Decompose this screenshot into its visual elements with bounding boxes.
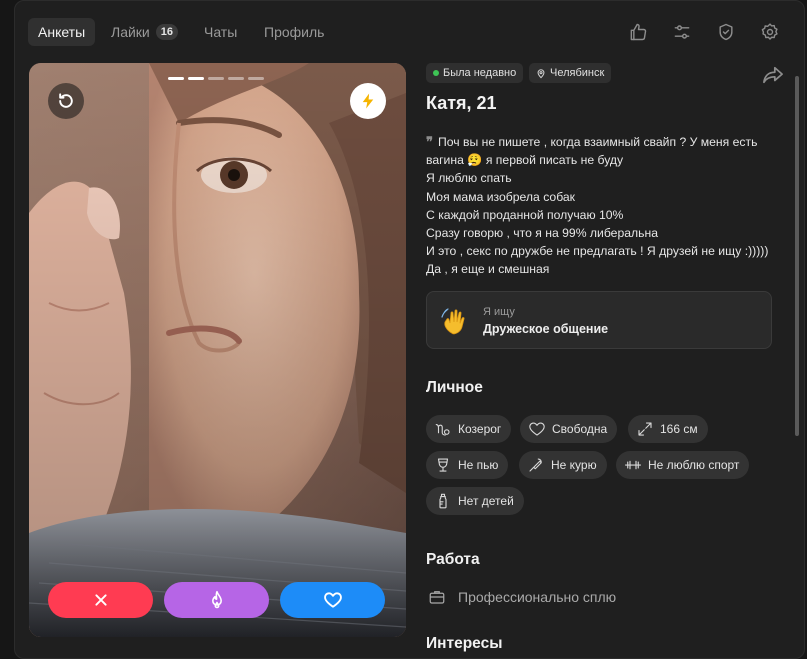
tag-relationship: Свободна (520, 415, 618, 443)
flame-icon (211, 590, 222, 609)
work-value: Профессионально сплю (458, 589, 617, 605)
tag-sport: Не люблю спорт (616, 451, 750, 479)
share-icon[interactable] (762, 65, 784, 85)
profile-details: Была недавно Челябинск Катя, 21 ❞ Поч вы … (426, 63, 786, 658)
profile-bio: ❞ Поч вы не пишете , когда взаимный свайп… (426, 133, 776, 279)
tag-label: 166 см (660, 422, 698, 436)
tab-profiles-label: Анкеты (38, 24, 86, 40)
rewind-icon (59, 93, 73, 108)
height-icon (638, 422, 652, 436)
lightning-icon (362, 93, 374, 109)
photo-progress-segment (188, 77, 204, 80)
tab-profile[interactable]: Профиль (254, 18, 334, 46)
work-section-title: Работа (426, 551, 480, 568)
profile-name: Катя, 21 (426, 93, 497, 113)
city-text: Челябинск (550, 67, 605, 79)
shield-check-icon[interactable] (715, 21, 737, 43)
online-status-chip: Была недавно (426, 63, 524, 83)
capricorn-icon (435, 423, 450, 436)
online-dot (433, 70, 439, 76)
online-status-text: Была недавно (443, 67, 517, 79)
photo-progress-indicator (168, 77, 264, 80)
baby-bottle-icon (439, 493, 447, 509)
tag-label: Нет детей (458, 494, 514, 508)
work-row: Профессионально сплю (428, 588, 616, 606)
tag-alcohol: Не пью (426, 451, 509, 479)
superlike-button[interactable] (164, 582, 269, 618)
filters-icon[interactable] (671, 21, 693, 43)
tab-chats-label: Чаты (204, 24, 238, 40)
tag-children: Нет детей (426, 487, 524, 515)
heart-icon (323, 592, 342, 608)
photo-progress-segment (168, 77, 184, 80)
dislike-button[interactable] (48, 582, 153, 618)
tag-label: Не пью (458, 458, 499, 472)
looking-for-card: Я ищу Дружеское общение (426, 291, 772, 349)
dumbbell-icon (624, 460, 642, 470)
tab-likes[interactable]: Лайки 16 (101, 18, 188, 46)
bio-text: Поч вы не пишете , когда взаимный свайп … (426, 135, 769, 277)
interests-section-title: Интересы (426, 635, 503, 652)
waving-hand-icon (441, 308, 465, 335)
no-smoking-icon (529, 458, 542, 472)
tag-smoking: Не курю (519, 451, 607, 479)
tab-chats[interactable]: Чаты (194, 18, 247, 46)
thumb-up-icon[interactable] (627, 21, 649, 43)
looking-for-label: Я ищу (483, 306, 515, 318)
gear-icon[interactable] (759, 21, 781, 43)
tag-label: Козерог (458, 422, 502, 436)
briefcase-icon (429, 591, 445, 604)
app-window: Анкеты Лайки 16 Чаты Профиль Была недавн… (14, 0, 805, 659)
photo-progress-segment (248, 77, 264, 80)
photo-progress-segment (208, 77, 224, 80)
heart-outline-icon (529, 422, 545, 436)
tag-height: 166 см (628, 415, 708, 443)
profile-photo (29, 63, 406, 637)
tag-label: Не люблю спорт (648, 458, 740, 472)
quote-icon: ❞ (426, 134, 433, 149)
tag-label: Свободна (552, 422, 608, 436)
tab-likes-label: Лайки (111, 24, 150, 40)
tab-profile-label: Профиль (264, 24, 325, 40)
likes-count-badge: 16 (155, 24, 178, 40)
boost-button[interactable] (350, 83, 386, 119)
close-icon (94, 594, 107, 606)
photo-progress-segment (228, 77, 244, 80)
glass-icon (437, 458, 449, 472)
location-pin-icon (537, 68, 545, 78)
rewind-button[interactable] (48, 83, 84, 119)
tab-profiles[interactable]: Анкеты (28, 18, 96, 46)
top-nav: Анкеты Лайки 16 Чаты Профиль (15, 1, 804, 61)
looking-for-value: Дружеское общение (483, 322, 609, 336)
city-chip: Челябинск (529, 63, 612, 83)
profile-photo-card[interactable] (29, 63, 406, 637)
like-button[interactable] (280, 582, 385, 618)
scrollbar-thumb[interactable] (795, 76, 799, 436)
tag-label: Не курю (551, 458, 597, 472)
tag-zodiac: Козерог (426, 415, 512, 443)
personal-section-title: Личное (426, 379, 483, 396)
